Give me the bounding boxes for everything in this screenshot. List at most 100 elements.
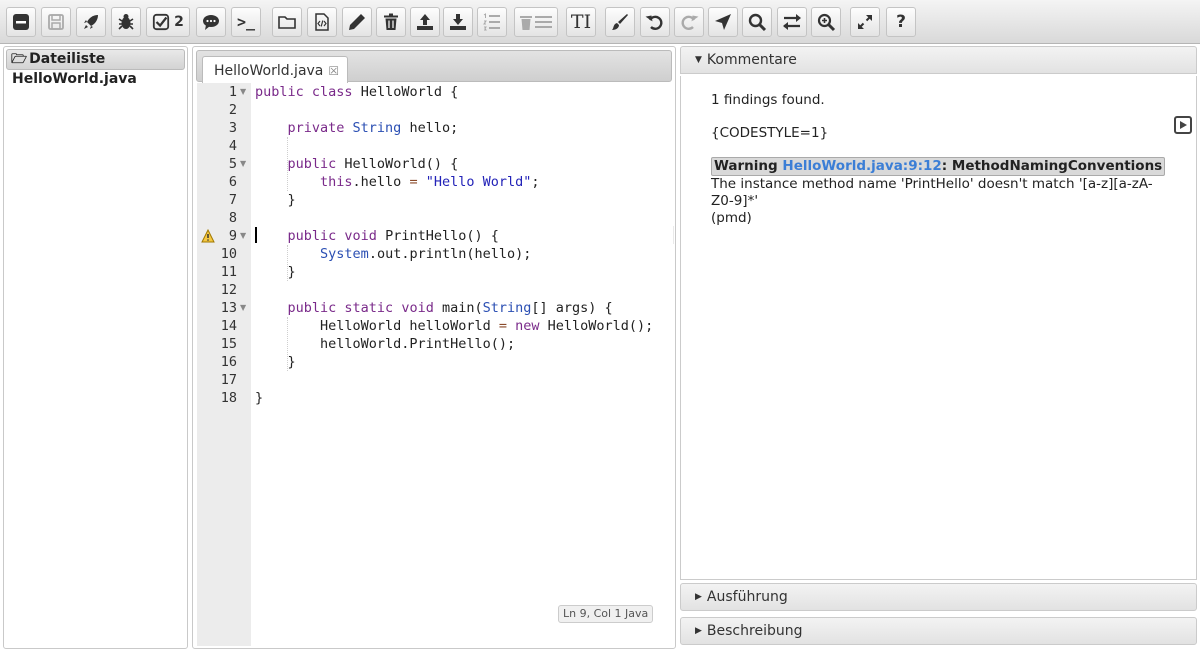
line-number: 5 bbox=[228, 156, 237, 172]
comment-button[interactable] bbox=[196, 7, 226, 37]
line-number: 11 bbox=[220, 264, 237, 280]
replace-button[interactable] bbox=[777, 7, 807, 37]
check-count: 2 bbox=[174, 14, 184, 30]
line-number: 9 bbox=[228, 228, 237, 244]
warning-source: (pmd) bbox=[711, 210, 752, 226]
line-number-gutter: 1 ▼ 2 3 4 5 ▼ 6 7 8 9 ▼ 10 11 12 13 ▼ 14… bbox=[197, 83, 251, 646]
code-line: public HelloWorld() { bbox=[287, 156, 459, 172]
line-number: 2 bbox=[228, 102, 237, 118]
rename-button[interactable] bbox=[342, 7, 372, 37]
code-file-icon bbox=[315, 13, 329, 31]
close-tab-icon[interactable]: ☒ bbox=[328, 64, 339, 78]
check-button[interactable]: 2 bbox=[146, 7, 190, 37]
beschreibung-header[interactable]: ▶ Beschreibung bbox=[680, 617, 1197, 645]
kommentare-body: 1 findings found. {CODESTYLE=1} Warning … bbox=[680, 76, 1197, 580]
warning-message: The instance method name 'PrintHello' do… bbox=[711, 176, 1153, 192]
line-number: 1 bbox=[228, 84, 237, 100]
codestyle-text: {CODESTYLE=1} bbox=[711, 125, 829, 141]
run-button[interactable] bbox=[76, 7, 106, 37]
fold-arrow-icon[interactable]: ▼ bbox=[240, 83, 246, 101]
redo-button[interactable] bbox=[674, 7, 704, 37]
terminal-button[interactable]: >_ bbox=[231, 7, 261, 37]
bug-icon bbox=[118, 14, 134, 30]
upload-button[interactable] bbox=[410, 7, 440, 37]
code-line: } bbox=[255, 390, 264, 406]
collapse-button[interactable] bbox=[6, 7, 36, 37]
code-editor[interactable]: public class HelloWorld { private String… bbox=[251, 83, 673, 646]
ausfuehrung-header[interactable]: ▶ Ausführung bbox=[680, 583, 1197, 611]
caret-down-icon: ▼ bbox=[695, 55, 702, 65]
line-number: 3 bbox=[228, 120, 237, 136]
download-button[interactable] bbox=[443, 7, 473, 37]
save-button[interactable] bbox=[41, 7, 71, 37]
warning-label: Warning bbox=[714, 158, 778, 174]
play-icon bbox=[1180, 121, 1187, 129]
delete-button[interactable] bbox=[376, 7, 406, 37]
help-button[interactable]: ? bbox=[886, 7, 916, 37]
format-button[interactable] bbox=[605, 7, 635, 37]
new-file-button[interactable] bbox=[307, 7, 337, 37]
search-button[interactable] bbox=[742, 7, 772, 37]
search-icon bbox=[748, 13, 767, 32]
collapse-icon bbox=[13, 14, 29, 30]
debug-button[interactable] bbox=[111, 7, 141, 37]
kommentare-header[interactable]: ▼ Kommentare bbox=[680, 46, 1197, 74]
caret-right-icon: ▶ bbox=[695, 626, 702, 636]
code-line: } bbox=[255, 192, 296, 208]
file-list-title: Dateiliste bbox=[29, 51, 106, 67]
fold-arrow-icon[interactable]: ▼ bbox=[240, 299, 246, 317]
code-line: this.hello = "Hello World"; bbox=[320, 174, 540, 190]
code-line: helloWorld.PrintHello(); bbox=[255, 336, 516, 352]
kommentare-title: Kommentare bbox=[706, 52, 797, 68]
open-folder-button[interactable] bbox=[272, 7, 302, 37]
findings-count: 1 findings found. bbox=[711, 92, 825, 108]
editor-panel: HelloWorld.java ☒ 1 ▼ 2 3 4 5 ▼ 6 7 8 9 … bbox=[192, 46, 676, 649]
pencil-icon bbox=[349, 14, 365, 30]
undo-icon bbox=[645, 15, 663, 30]
code-line: public static void main(String[] args) { bbox=[287, 300, 613, 316]
line-number: 13 bbox=[220, 300, 237, 316]
code-line: HelloWorld helloWorld = new HelloWorld()… bbox=[255, 318, 654, 334]
numbered-list-button[interactable] bbox=[477, 7, 507, 37]
redo-icon bbox=[681, 15, 699, 30]
text-size-icon: TI bbox=[570, 11, 592, 33]
beschreibung-title: Beschreibung bbox=[706, 623, 803, 639]
delete-list-icon bbox=[520, 16, 552, 30]
file-list-header[interactable]: 🗁 Dateiliste bbox=[6, 49, 185, 70]
code-line: } bbox=[255, 264, 296, 280]
check-icon bbox=[153, 13, 170, 31]
text-cursor bbox=[255, 227, 257, 243]
zoom-in-button[interactable] bbox=[811, 7, 841, 37]
upload-icon bbox=[417, 14, 433, 30]
save-icon bbox=[48, 14, 64, 30]
line-number: 10 bbox=[220, 246, 237, 262]
toolbar: 2 >_ TI ? bbox=[0, 0, 1200, 44]
undo-button[interactable] bbox=[640, 7, 670, 37]
brush-icon bbox=[612, 14, 628, 30]
tab-label: HelloWorld.java bbox=[214, 62, 324, 79]
warning-file-link[interactable]: HelloWorld.java:9:12 bbox=[782, 158, 941, 174]
line-number: 17 bbox=[220, 372, 237, 388]
warning-entry[interactable]: Warning HelloWorld.java:9:12: MethodNami… bbox=[711, 157, 1166, 176]
line-number: 12 bbox=[220, 282, 237, 298]
folder-open-icon: 🗁 bbox=[11, 52, 28, 67]
warning-rule: : MethodNamingConventions bbox=[941, 158, 1163, 174]
text-size-button[interactable]: TI bbox=[566, 7, 596, 37]
folder-icon bbox=[278, 16, 296, 29]
delete-list-button[interactable] bbox=[514, 7, 558, 37]
warning-message-cont: Z0-9]*' bbox=[711, 193, 759, 209]
line-number: 15 bbox=[220, 336, 237, 352]
play-button[interactable] bbox=[1174, 116, 1192, 134]
fold-arrow-icon[interactable]: ▼ bbox=[240, 155, 246, 173]
file-item[interactable]: HelloWorld.java bbox=[12, 71, 137, 87]
line-number: 8 bbox=[228, 210, 237, 226]
help-icon: ? bbox=[896, 12, 906, 32]
file-list-panel: 🗁 Dateiliste HelloWorld.java bbox=[3, 46, 188, 649]
navigate-icon bbox=[715, 14, 731, 30]
tab-helloworld[interactable]: HelloWorld.java ☒ bbox=[202, 56, 348, 84]
fold-arrow-icon[interactable]: ▼ bbox=[240, 227, 246, 245]
fullscreen-button[interactable] bbox=[850, 7, 880, 37]
line-number: 4 bbox=[228, 138, 237, 154]
navigate-button[interactable] bbox=[708, 7, 738, 37]
terminal-icon: >_ bbox=[236, 13, 256, 31]
